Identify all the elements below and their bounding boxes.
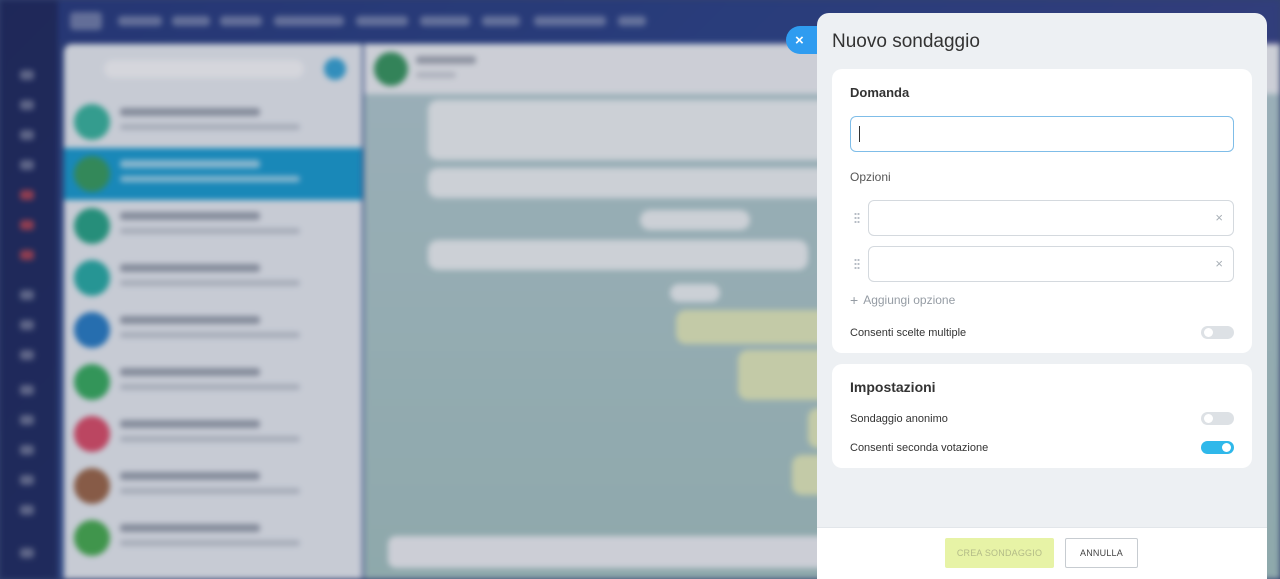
options-heading: Opzioni [850,170,891,184]
question-card: Domanda Opzioni × × + Aggiungi opzione C… [832,69,1252,353]
plus-icon: + [850,292,859,308]
toggle-knob [1222,443,1231,452]
add-option-button[interactable]: + Aggiungi opzione [850,292,955,308]
panel-title: Nuovo sondaggio [832,31,980,52]
settings-heading: Impostazioni [850,379,936,395]
panel-footer: CREA SONDAGGIO ANNULLA [817,527,1267,579]
settings-card: Impostazioni Sondaggio anonimo Consenti … [832,364,1252,468]
drag-handle-icon[interactable] [854,258,860,270]
multiple-choice-label: Consenti scelte multiple [850,327,967,339]
toggle-knob [1204,414,1213,423]
cancel-button[interactable]: ANNULLA [1065,538,1138,568]
text-caret [859,126,860,142]
close-icon: × [795,31,804,49]
second-vote-label: Consenti seconda votazione [850,442,989,454]
clear-option-icon[interactable]: × [1215,210,1223,225]
add-option-label: Aggiungi opzione [863,293,956,307]
anonymous-poll-label: Sondaggio anonimo [850,413,948,425]
option-input-1[interactable]: × [868,200,1234,236]
drag-handle-icon[interactable] [854,212,860,224]
anonymous-poll-toggle[interactable] [1201,412,1234,425]
create-poll-button[interactable]: CREA SONDAGGIO [945,538,1054,568]
toggle-knob [1204,328,1213,337]
clear-option-icon[interactable]: × [1215,256,1223,271]
multiple-choice-toggle[interactable] [1201,326,1234,339]
question-input[interactable] [850,116,1234,152]
option-input-2[interactable]: × [868,246,1234,282]
new-poll-panel: Nuovo sondaggio Domanda Opzioni × × + Ag… [817,13,1267,579]
question-heading: Domanda [850,85,910,100]
second-vote-toggle[interactable] [1201,441,1234,454]
